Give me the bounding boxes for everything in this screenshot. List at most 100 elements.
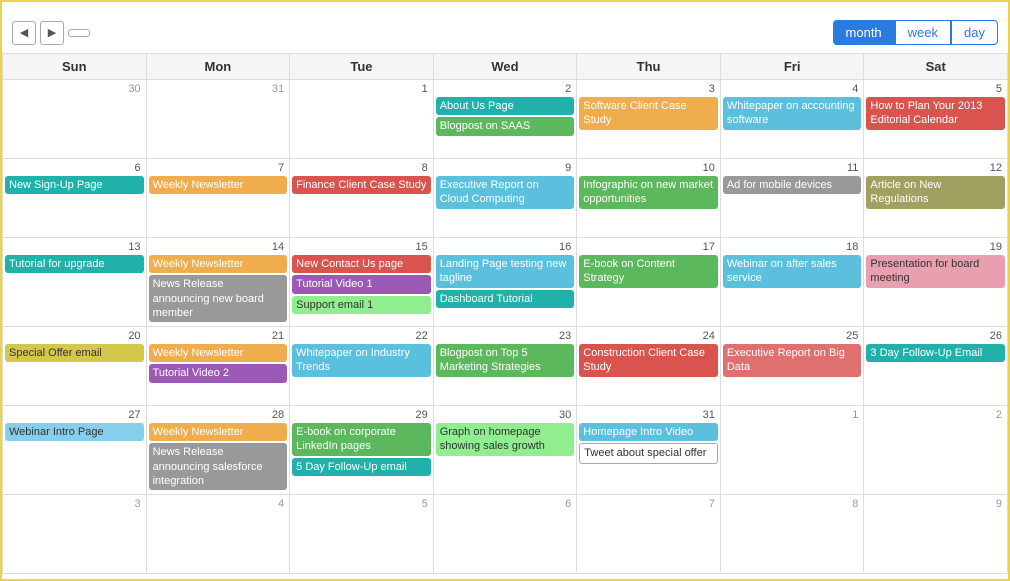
calendar-cell: 13Tutorial for upgrade [3, 238, 147, 326]
month-view-button[interactable]: month [833, 20, 895, 45]
calendar-header: ◀ ▶ month week day [2, 14, 1008, 53]
calendar-event[interactable]: Tutorial Video 2 [149, 364, 288, 382]
calendar-cell: 6New Sign-Up Page [3, 159, 147, 237]
cell-date: 5 [866, 82, 1005, 97]
cell-date: 28 [149, 408, 288, 423]
calendar-event[interactable]: Support email 1 [292, 296, 431, 314]
cell-date: 5 [292, 497, 431, 512]
calendar-event[interactable]: Whitepaper on accounting software [723, 97, 862, 130]
calendar-event[interactable]: Software Client Case Study [579, 97, 718, 130]
calendar-event[interactable]: Weekly Newsletter [149, 423, 288, 441]
calendar-event[interactable]: Webinar on after sales service [723, 255, 862, 288]
cell-date: 3 [579, 82, 718, 97]
calendar-event[interactable]: How to Plan Your 2013 Editorial Calendar [866, 97, 1005, 130]
calendar-event[interactable]: Finance Client Case Study [292, 176, 431, 194]
calendar-cell: 29E-book on corporate LinkedIn pages 5 Da… [290, 406, 434, 494]
calendar-event[interactable]: Blogpost on SAAS [436, 117, 575, 135]
calendar-event[interactable]: Whitepaper on Industry Trends [292, 344, 431, 377]
calendar-cell: 9Executive Report on Cloud Computing [434, 159, 578, 237]
calendar-event[interactable]: News Release announcing salesforce integ… [149, 443, 288, 490]
calendar-cell: 5 [290, 495, 434, 573]
cell-date: 27 [5, 408, 144, 423]
calendar-cell: 21Weekly NewsletterTutorial Video 2 [147, 327, 291, 405]
calendar-event[interactable]: E-book on corporate LinkedIn pages [292, 423, 431, 456]
week-view-button[interactable]: week [895, 20, 951, 45]
calendar-event[interactable]: Graph on homepage showing sales growth [436, 423, 575, 456]
calendar-cell: 24Construction Client Case Study [577, 327, 721, 405]
calendar-event[interactable]: Weekly Newsletter [149, 255, 288, 273]
calendar-cell: 1 [721, 406, 865, 494]
calendar-event[interactable]: Blogpost on Top 5 Marketing Strategies [436, 344, 575, 377]
calendar-event[interactable]: Presentation for board meeting [866, 255, 1005, 288]
cell-date: 29 [292, 408, 431, 423]
calendar-event[interactable]: Tutorial for upgrade [5, 255, 144, 273]
calendar-event[interactable]: New Contact Us page [292, 255, 431, 273]
cell-date: 2 [866, 408, 1005, 423]
calendar-cell: 20Special Offer email [3, 327, 147, 405]
calendar-event[interactable]: New Sign-Up Page [5, 176, 144, 194]
calendar-event[interactable]: About Us Page [436, 97, 575, 115]
calendar-event[interactable]: Homepage Intro Video [579, 423, 718, 441]
cell-date: 16 [436, 240, 575, 255]
calendar-event[interactable]: E-book on Content Strategy [579, 255, 718, 288]
cell-date: 7 [579, 497, 718, 512]
cell-date: 19 [866, 240, 1005, 255]
calendar-event[interactable]: Dashboard Tutorial [436, 290, 575, 308]
calendar-event[interactable]: Webinar Intro Page [5, 423, 144, 441]
calendar-event[interactable]: Special Offer email [5, 344, 144, 362]
day-view-button[interactable]: day [951, 20, 998, 45]
calendar-event[interactable]: News Release announcing new board member [149, 275, 288, 322]
calendar-cell: 27Webinar Intro Page [3, 406, 147, 494]
calendar-event[interactable]: Weekly Newsletter [149, 344, 288, 362]
today-button[interactable] [68, 29, 90, 37]
calendar-event[interactable]: 5 Day Follow-Up email [292, 458, 431, 476]
calendar-event[interactable]: Article on New Regulations [866, 176, 1005, 209]
calendar-cell: 4Whitepaper on accounting software [721, 80, 865, 158]
calendar-event[interactable]: Construction Client Case Study [579, 344, 718, 377]
calendar-event[interactable]: Executive Report on Big Data [723, 344, 862, 377]
calendar-cell: 4 [147, 495, 291, 573]
cell-date: 14 [149, 240, 288, 255]
calendar-cell: 23Blogpost on Top 5 Marketing Strategies [434, 327, 578, 405]
calendar-week-1: 6New Sign-Up Page7Weekly Newsletter8Fina… [3, 159, 1008, 238]
calendar-cell: 18Webinar on after sales service [721, 238, 865, 326]
calendar-cell: 9 [864, 495, 1008, 573]
day-header-thu: Thu [577, 54, 721, 80]
day-header-mon: Mon [147, 54, 291, 80]
calendar-event[interactable]: Ad for mobile devices [723, 176, 862, 194]
cell-date: 20 [5, 329, 144, 344]
calendar-event[interactable]: Weekly Newsletter [149, 176, 288, 194]
calendar-cell: 31Homepage Intro Video Tweet about specia… [577, 406, 721, 494]
calendar-event[interactable]: Tutorial Video 1 [292, 275, 431, 293]
cell-date: 11 [723, 161, 862, 176]
day-header-fri: Fri [721, 54, 865, 80]
calendar-event[interactable]: Landing Page testing new tagline [436, 255, 575, 288]
cell-date: 31 [579, 408, 718, 423]
calendar-cell: 15New Contact Us pageTutorial Video 1Sup… [290, 238, 434, 326]
cell-date: 2 [436, 82, 575, 97]
calendar-cell: 7 [577, 495, 721, 573]
cell-date: 9 [866, 497, 1005, 512]
calendar-cell: 30 [3, 80, 147, 158]
calendar-cell: 8 [721, 495, 865, 573]
prev-button[interactable]: ◀ [12, 21, 36, 45]
calendar-cell: 3Software Client Case Study [577, 80, 721, 158]
day-header-sat: Sat [864, 54, 1008, 80]
calendar-cell: 8Finance Client Case Study [290, 159, 434, 237]
next-button[interactable]: ▶ [40, 21, 64, 45]
cell-date: 9 [436, 161, 575, 176]
calendar-cell: 31 [147, 80, 291, 158]
cell-date: 4 [723, 82, 862, 97]
calendar-event[interactable]: Tweet about special offer [579, 443, 718, 463]
calendar-cell: 19Presentation for board meeting [864, 238, 1008, 326]
day-header-tue: Tue [290, 54, 434, 80]
calendar-cell: 3 [3, 495, 147, 573]
calendar-event[interactable]: 3 Day Follow-Up Email [866, 344, 1005, 362]
calendar-cell: 16Landing Page testing new tagline Dashbo… [434, 238, 578, 326]
cell-date: 6 [5, 161, 144, 176]
calendar-event[interactable]: Executive Report on Cloud Computing [436, 176, 575, 209]
calendar-weeks: 303112About Us PageBlogpost on SAAS3Soft… [3, 80, 1008, 574]
calendar-week-3: 20Special Offer email21Weekly Newsletter… [3, 327, 1008, 406]
calendar-event[interactable]: Infographic on new market opportunities [579, 176, 718, 209]
calendar-cell: 28Weekly Newsletter News Release announci… [147, 406, 291, 494]
